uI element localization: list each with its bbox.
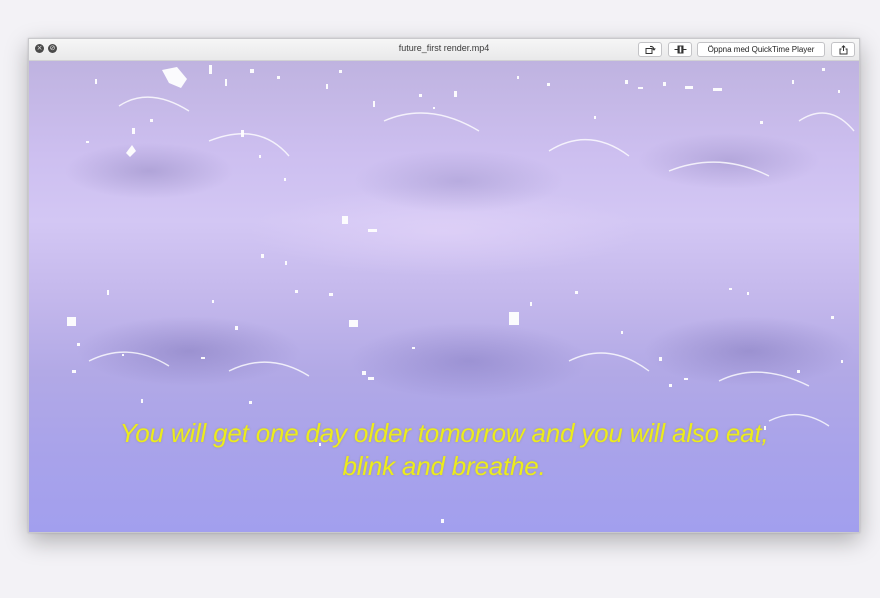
share-button[interactable]: [831, 42, 855, 57]
quicklook-window: × ⊘ future_first render.mp4 Öppna med Qu…: [28, 38, 860, 533]
video-frame[interactable]: You will get one day older tomorrow and …: [29, 61, 859, 532]
open-with-quicktime-button[interactable]: Öppna med QuickTime Player: [697, 42, 825, 57]
rotate-button[interactable]: [638, 42, 662, 57]
trim-button[interactable]: [668, 42, 692, 57]
video-subtitle: You will get one day older tomorrow and …: [29, 417, 859, 483]
title-bar[interactable]: × ⊘ future_first render.mp4 Öppna med Qu…: [29, 39, 859, 61]
rotate-icon: [645, 45, 656, 54]
subtitle-line-1: You will get one day older tomorrow and …: [119, 418, 769, 448]
subtitle-line-2: blink and breathe.: [342, 451, 546, 481]
share-icon: [839, 45, 847, 55]
trim-icon: [674, 45, 686, 54]
